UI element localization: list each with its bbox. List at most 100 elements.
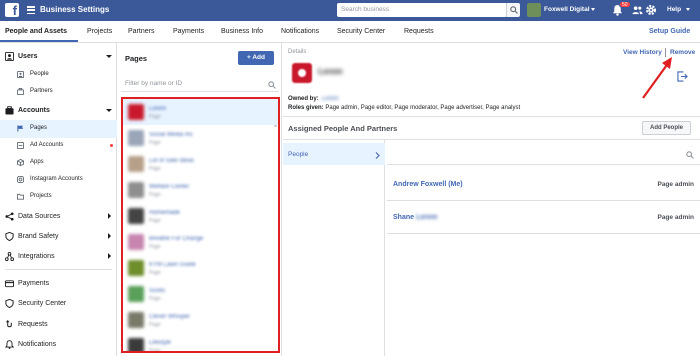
sidebar-item-label: Notifications <box>18 341 57 348</box>
chevron-down-icon[interactable] <box>686 8 690 11</box>
sidebar-item-label: Users <box>18 53 38 60</box>
search-button[interactable] <box>506 3 520 17</box>
pages-panel-title: Pages <box>125 54 148 63</box>
sidebar-item-payments[interactable]: Payments <box>0 275 117 293</box>
arrow-annotation-icon <box>642 57 672 99</box>
sidebar-item-users[interactable]: Users <box>0 48 117 66</box>
page-list-item[interactable]: Welfare Center Page <box>123 177 278 203</box>
page-list-item[interactable]: Clever Whisper Page <box>123 307 278 333</box>
chevron-down-icon[interactable] <box>591 8 595 11</box>
owned-by-label: Owned by: <box>288 96 319 102</box>
page-subtitle: Page <box>149 218 161 224</box>
add-page-button[interactable]: + Add <box>238 51 274 65</box>
data-sources-icon <box>5 212 14 221</box>
page-name: Lorem <box>149 106 167 112</box>
page-subtitle: Page <box>149 244 161 250</box>
tab-payments[interactable]: Payments <box>173 28 204 35</box>
people-search-divider <box>387 164 700 165</box>
pages-panel: Pages + Add Lorem Page Social Media Inc Pag… <box>118 43 282 356</box>
sidebar-item-pages[interactable]: Pages <box>0 120 117 138</box>
sidebar-item-people[interactable]: People <box>0 66 117 84</box>
page-name: Homemade <box>149 210 181 216</box>
page-name: Clever Whisper <box>149 314 191 320</box>
sidebar-item-data-sources[interactable]: Data Sources <box>0 208 117 226</box>
top-bar: f Business Settings Search business Foxw… <box>0 0 700 21</box>
page-subtitle: Page <box>149 322 161 328</box>
menu-icon[interactable] <box>27 6 35 15</box>
gear-icon[interactable] <box>645 4 657 16</box>
page-thumbnail <box>128 260 144 276</box>
chevron-down-icon <box>106 55 112 58</box>
help-menu[interactable]: Help <box>667 6 681 13</box>
tab-projects[interactable]: Projects <box>87 28 112 35</box>
page-name: Breathe For Change <box>149 236 204 242</box>
tab-partners[interactable]: Partners <box>128 28 154 35</box>
search-input[interactable]: Search business <box>337 3 507 17</box>
folder-icon <box>17 193 24 200</box>
sidebar-item-label: People <box>30 71 49 77</box>
sidebar: Users People Partners Accounts Pages Ad … <box>0 43 117 356</box>
page-list-item[interactable]: KYM Lawn Guide Page <box>123 255 278 281</box>
owned-by-value[interactable]: Lorem <box>322 96 339 102</box>
business-switcher[interactable]: Foxwell Digital <box>544 6 590 13</box>
sidebar-item-apps[interactable]: Apps <box>0 154 117 172</box>
tab-notifications[interactable]: Notifications <box>281 28 319 35</box>
tab-people-and-assets[interactable]: People and Assets <box>5 28 67 35</box>
sidebar-item-partners[interactable]: Partners <box>0 83 117 101</box>
page-list-item[interactable]: Breathe For Change Page <box>123 229 278 255</box>
tab-people[interactable]: People <box>283 143 385 165</box>
page-list-item[interactable]: Lorem Page <box>123 99 278 125</box>
roles-value: Page admin, Page editor, Page moderator,… <box>325 105 521 111</box>
filter-pages-input[interactable] <box>121 76 279 92</box>
bell-icon <box>5 340 14 349</box>
tab-people-label: People <box>288 151 309 158</box>
page-list-item[interactable]: Lifestyle Page <box>123 333 278 351</box>
sidebar-item-security-center[interactable]: Security Center <box>0 295 117 313</box>
sidebar-item-notifications[interactable]: Notifications <box>0 336 117 354</box>
sidebar-item-label: Pages <box>30 125 48 131</box>
sidebar-item-instagram-accounts[interactable]: Instagram Accounts <box>0 171 117 189</box>
page-name: Lifestyle <box>149 340 172 346</box>
sidebar-item-brand-safety[interactable]: Brand Safety <box>0 228 117 246</box>
facebook-logo-icon[interactable]: f <box>5 3 19 18</box>
sidebar-item-ad-accounts[interactable]: Ad Accounts <box>0 137 117 155</box>
page-thumbnail <box>128 286 144 302</box>
page-subtitle: Page <box>149 192 161 198</box>
tab-security-center[interactable]: Security Center <box>337 28 385 35</box>
page-thumbnail <box>128 130 144 146</box>
chevron-right-icon <box>375 152 380 159</box>
sidebar-item-projects[interactable]: Projects <box>0 188 117 206</box>
tab-requests[interactable]: Requests <box>404 28 434 35</box>
sidebar-item-integrations[interactable]: Integrations <box>0 248 117 266</box>
page-list-item[interactable]: Homemade Page <box>123 203 278 229</box>
person-role: Page admin <box>657 214 694 221</box>
sidebar-item-accounts[interactable]: Accounts <box>0 102 117 120</box>
sidebar-item-label: Instagram Accounts <box>30 176 83 182</box>
people-tab-column: People <box>283 140 385 356</box>
business-avatar[interactable] <box>527 3 541 17</box>
page-thumbnail <box>128 312 144 328</box>
chevron-right-icon <box>108 233 111 239</box>
search-icon[interactable] <box>686 151 694 159</box>
owned-by-row: Owned by: Lorem <box>288 96 339 102</box>
add-people-button[interactable]: Add People <box>642 121 691 135</box>
person-row: Andrew Foxwell (Me) Page admin <box>387 169 700 201</box>
ad-account-icon <box>17 142 24 149</box>
sidebar-item-requests[interactable]: Requests <box>0 316 117 334</box>
page-thumbnail <box>128 104 144 120</box>
active-tab-indicator <box>0 40 78 42</box>
person-name[interactable]: Andrew Foxwell (Me) <box>393 181 463 188</box>
page-name: KYM Lawn Guide <box>149 262 196 268</box>
page-list-item[interactable]: Sustic Page <box>123 281 278 307</box>
exit-icon[interactable] <box>677 71 688 82</box>
setup-guide-link[interactable]: Setup Guide <box>649 28 690 35</box>
page-list-item[interactable]: Social Media Inc Page <box>123 125 278 151</box>
search-icon <box>510 6 518 14</box>
people-icon[interactable] <box>632 5 643 15</box>
person-name[interactable]: Shane Lorem <box>393 214 437 221</box>
assigned-section-title: Assigned People And Partners <box>288 124 398 133</box>
page-list-item[interactable]: Lot of Sale Ideas Page <box>123 151 278 177</box>
credit-card-icon <box>5 280 14 288</box>
tab-business-info[interactable]: Business Info <box>221 28 263 35</box>
page-detail-card: Lorem <box>288 59 695 89</box>
